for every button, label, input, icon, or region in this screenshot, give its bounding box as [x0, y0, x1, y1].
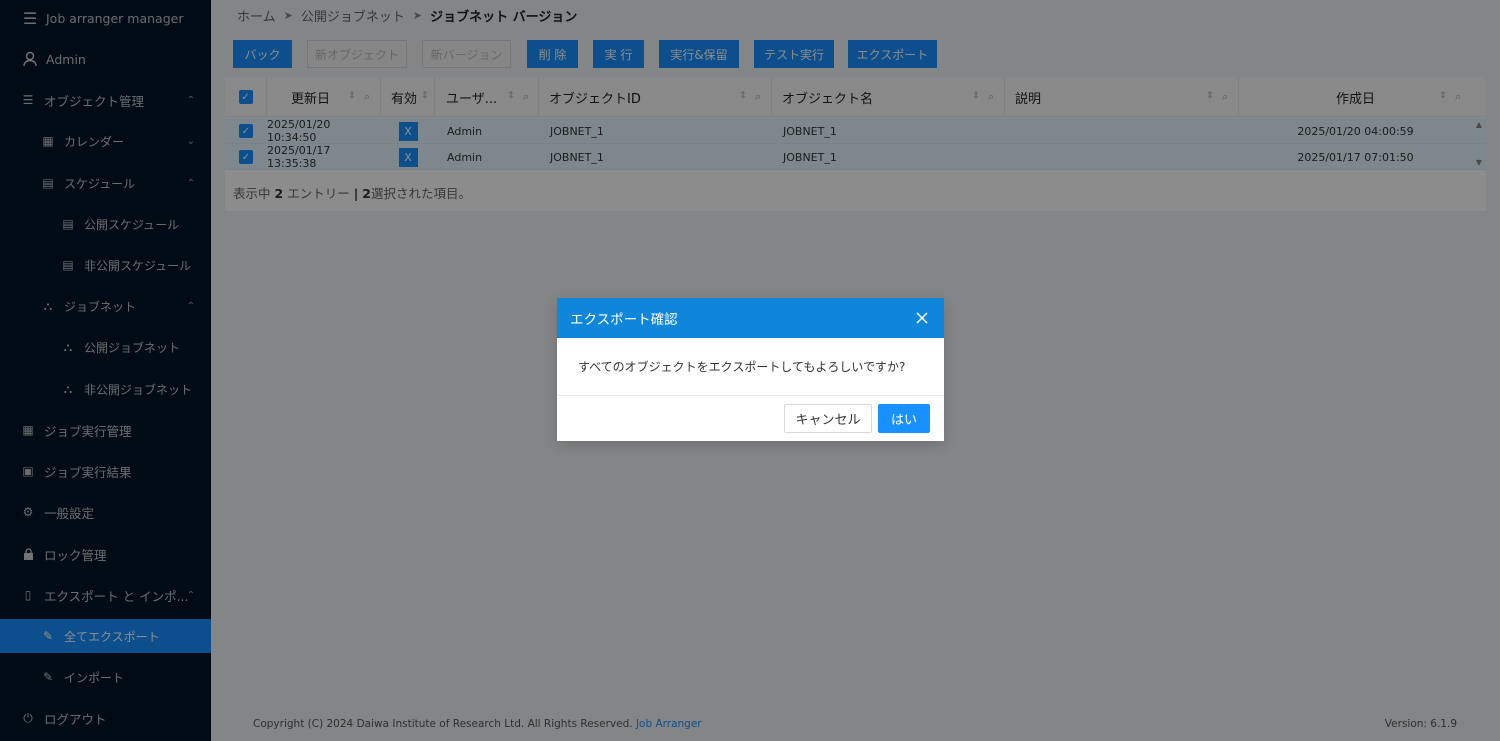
close-icon[interactable] — [914, 310, 930, 326]
export-confirm-dialog: エクスポート確認 すべてのオブジェクトをエクスポートしてもよろしいですか? キャ… — [557, 298, 944, 441]
dialog-divider — [557, 395, 944, 396]
cancel-button[interactable]: キャンセル — [784, 404, 872, 433]
dialog-title: エクスポート確認 — [570, 312, 678, 328]
dialog-message: すべてのオブジェクトをエクスポートしてもよろしいですか? — [578, 360, 906, 374]
confirm-button[interactable]: はい — [878, 404, 930, 433]
dialog-header: エクスポート確認 — [557, 298, 944, 338]
